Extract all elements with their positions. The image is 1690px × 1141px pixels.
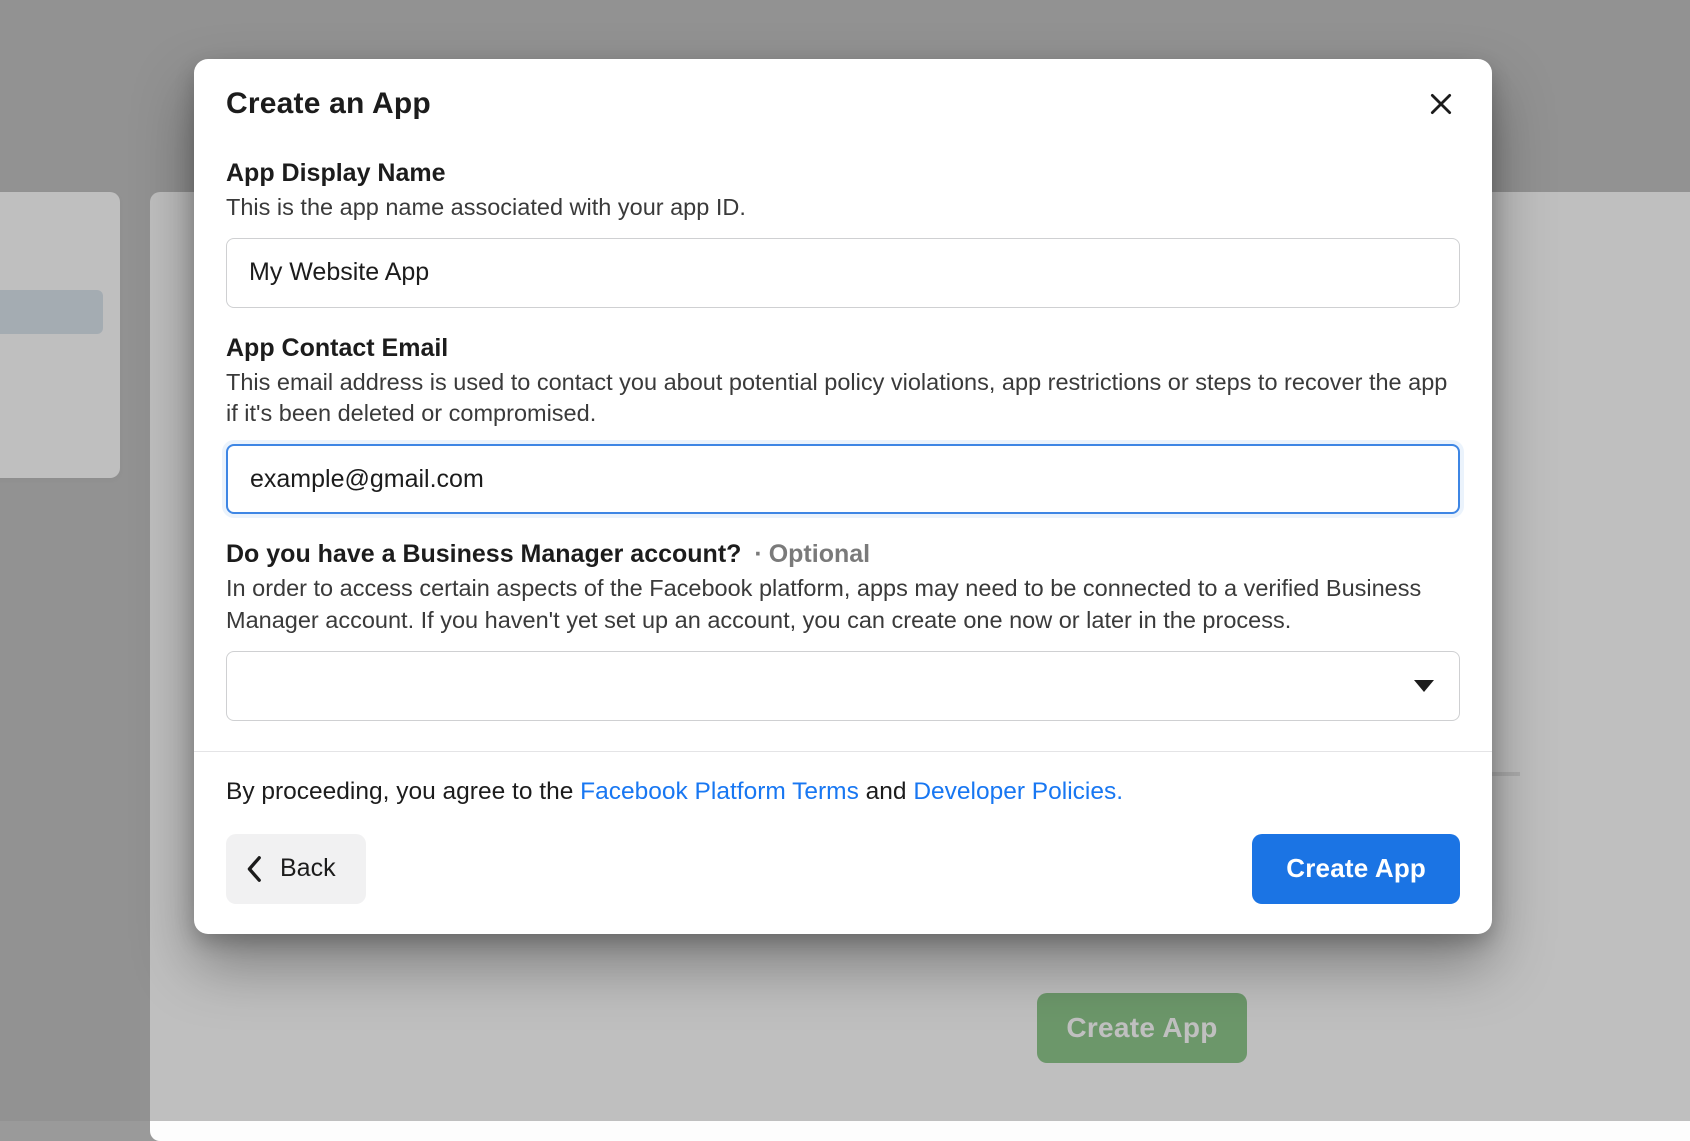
field-desc-business-manager: In order to access certain aspects of th… bbox=[226, 573, 1460, 636]
back-button-label: Back bbox=[280, 854, 336, 883]
back-button[interactable]: Back bbox=[226, 834, 366, 904]
field-business-manager: Do you have a Business Manager account? … bbox=[226, 540, 1460, 720]
close-icon bbox=[1428, 91, 1454, 117]
agreement-prefix: By proceeding, you agree to the bbox=[226, 778, 580, 805]
field-desc-display-name: This is the app name associated with you… bbox=[226, 192, 1460, 224]
modal-title: Create an App bbox=[226, 87, 431, 121]
field-desc-contact-email: This email address is used to contact yo… bbox=[226, 367, 1460, 430]
field-app-display-name: App Display Name This is the app name as… bbox=[226, 159, 1460, 308]
chevron-down-icon bbox=[1414, 680, 1434, 692]
modal-footer: By proceeding, you agree to the Facebook… bbox=[194, 751, 1492, 934]
close-button[interactable] bbox=[1422, 85, 1460, 123]
create-app-modal: Create an App App Display Name This is t… bbox=[194, 59, 1492, 934]
field-label-display-name: App Display Name bbox=[226, 159, 1460, 188]
create-app-button[interactable]: Create App bbox=[1252, 834, 1460, 904]
field-label-business-manager-text: Do you have a Business Manager account? bbox=[226, 540, 741, 568]
business-manager-select-wrap bbox=[226, 651, 1460, 721]
app-contact-email-input[interactable] bbox=[226, 444, 1460, 514]
business-manager-select[interactable] bbox=[226, 651, 1460, 721]
optional-badge: Optional bbox=[769, 540, 870, 568]
field-app-contact-email: App Contact Email This email address is … bbox=[226, 334, 1460, 514]
chevron-left-icon bbox=[246, 855, 264, 883]
platform-terms-link[interactable]: Facebook Platform Terms bbox=[580, 778, 859, 805]
app-display-name-input[interactable] bbox=[226, 238, 1460, 308]
create-app-button-label: Create App bbox=[1286, 853, 1426, 884]
field-label-business-manager: Do you have a Business Manager account? … bbox=[226, 540, 1460, 569]
modal-body: App Display Name This is the app name as… bbox=[194, 133, 1492, 751]
developer-policies-link[interactable]: Developer Policies. bbox=[913, 778, 1123, 805]
field-label-contact-email: App Contact Email bbox=[226, 334, 1460, 363]
agreement-and: and bbox=[859, 778, 914, 805]
agreement-text: By proceeding, you agree to the Facebook… bbox=[226, 778, 1460, 806]
modal-header: Create an App bbox=[194, 59, 1492, 133]
footer-actions: Back Create App bbox=[226, 834, 1460, 904]
optional-separator: · bbox=[754, 540, 762, 568]
